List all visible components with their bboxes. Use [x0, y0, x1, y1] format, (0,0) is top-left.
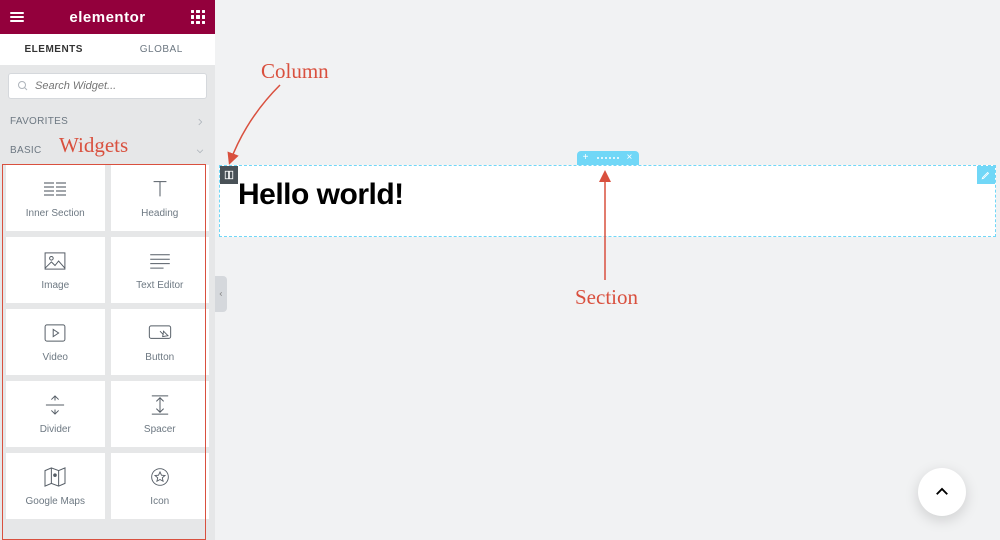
button-icon [148, 322, 172, 344]
inner-section-icon [43, 178, 67, 200]
widget-google-maps[interactable]: Google Maps [6, 453, 105, 519]
delete-section-icon[interactable]: × [627, 153, 633, 163]
drag-section-icon[interactable] [597, 157, 619, 159]
panel-header: elementor [0, 0, 215, 34]
widget-label: Divider [40, 424, 71, 435]
widget-label: Image [41, 280, 69, 291]
widget-heading[interactable]: Heading [111, 165, 210, 231]
widget-label: Inner Section [26, 208, 85, 219]
apps-button[interactable] [181, 0, 215, 34]
menu-button[interactable] [0, 0, 34, 34]
apps-grid-icon [191, 10, 205, 24]
icon-icon [150, 466, 170, 488]
section-handle[interactable]: + × [577, 151, 639, 165]
widget-image[interactable]: Image [6, 237, 105, 303]
brand-logo: elementor [34, 9, 181, 26]
section-wrapper[interactable]: + × Hello world! [219, 165, 996, 237]
widget-label: Text Editor [136, 280, 183, 291]
tab-global[interactable]: GLOBAL [108, 34, 216, 65]
spacer-icon [150, 394, 170, 416]
image-icon [44, 250, 66, 272]
widget-spacer[interactable]: Spacer [111, 381, 210, 447]
elementor-panel: elementor ELEMENTS GLOBAL FAVORITES BASI… [0, 0, 215, 540]
panel-collapse-handle[interactable] [215, 276, 227, 312]
add-section-icon[interactable]: + [583, 153, 589, 163]
widget-divider[interactable]: Divider [6, 381, 105, 447]
google-maps-icon [44, 466, 66, 488]
widget-label: Heading [141, 208, 178, 219]
chevron-up-icon [933, 483, 951, 501]
widget-inner-section[interactable]: Inner Section [6, 165, 105, 231]
search-icon [17, 80, 29, 92]
divider-icon [44, 394, 66, 416]
favorites-label: FAVORITES [10, 116, 68, 127]
section[interactable]: Hello world! [219, 165, 996, 237]
favorites-section[interactable]: FAVORITES [0, 107, 215, 136]
widget-label: Icon [150, 496, 169, 507]
hamburger-icon [10, 12, 24, 22]
panel-tabs: ELEMENTS GLOBAL [0, 34, 215, 65]
widget-text-editor[interactable]: Text Editor [111, 237, 210, 303]
search-widget[interactable] [8, 73, 207, 99]
heading-icon [149, 178, 171, 200]
basic-label: BASIC [10, 145, 42, 156]
widget-label: Video [43, 352, 68, 363]
chevron-down-icon [195, 146, 205, 156]
widget-button[interactable]: Button [111, 309, 210, 375]
widgets-list: Inner Section Heading Image Text Editor Vide… [0, 165, 215, 540]
chevron-left-icon [218, 289, 224, 299]
search-input[interactable] [35, 80, 198, 92]
scroll-top-button[interactable] [918, 468, 966, 516]
video-icon [44, 322, 66, 344]
basic-section[interactable]: BASIC [0, 136, 215, 165]
pencil-icon [981, 170, 991, 180]
edit-widget-handle[interactable] [977, 166, 995, 184]
widget-label: Spacer [144, 424, 176, 435]
widget-label: Button [145, 352, 174, 363]
widget-label: Google Maps [26, 496, 85, 507]
widget-icon[interactable]: Icon [111, 453, 210, 519]
chevron-right-icon [195, 117, 205, 127]
editor-canvas[interactable]: + × Hello world! [215, 0, 1000, 540]
text-editor-icon [149, 250, 171, 272]
widget-video[interactable]: Video [6, 309, 105, 375]
heading-widget[interactable]: Hello world! [220, 166, 995, 236]
column-icon [224, 170, 234, 180]
tab-elements[interactable]: ELEMENTS [0, 34, 108, 65]
column-handle[interactable] [220, 166, 238, 184]
